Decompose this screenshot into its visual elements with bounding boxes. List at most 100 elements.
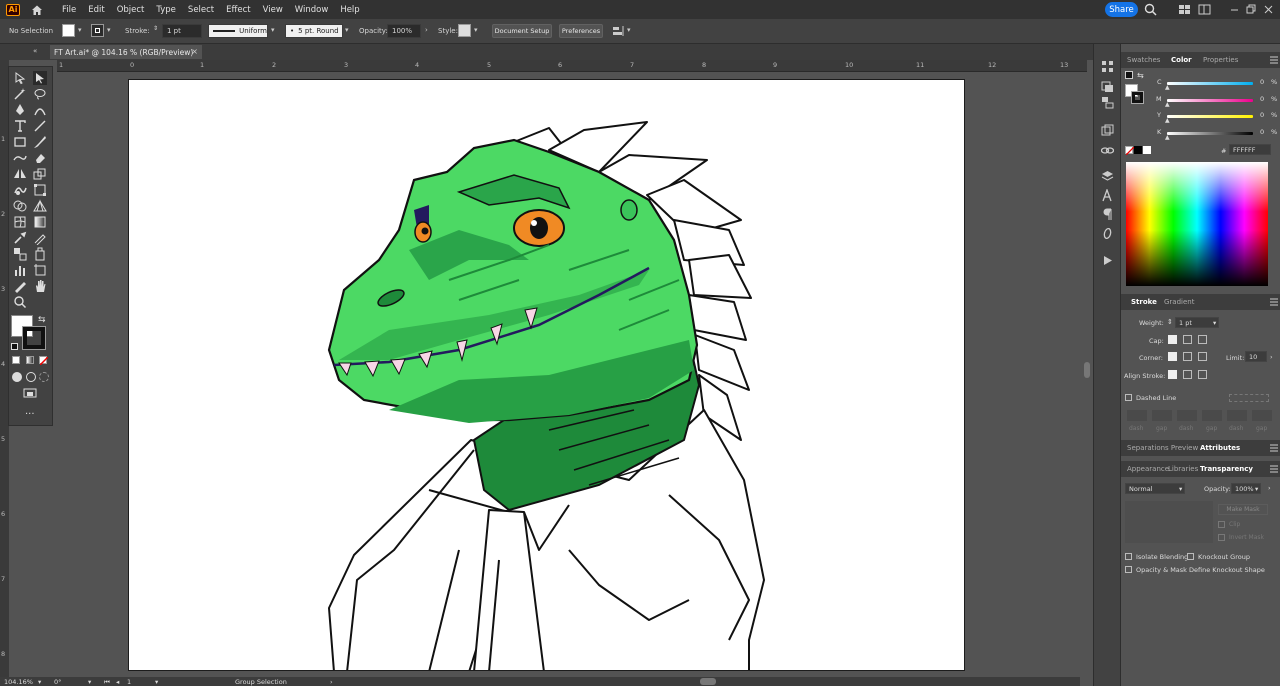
home-icon[interactable] — [30, 4, 44, 16]
pen-tool-icon[interactable] — [13, 103, 27, 117]
free-transform-tool-icon[interactable] — [33, 183, 47, 197]
cyan-value[interactable]: 0 — [1257, 76, 1271, 87]
zoom-tool-icon[interactable] — [13, 295, 27, 309]
menu-help[interactable]: Help — [340, 5, 359, 15]
swap-colors-icon[interactable]: ⇆ — [38, 315, 46, 325]
eyedropper-tool-icon[interactable] — [13, 231, 27, 245]
grid-panel-icon[interactable] — [1101, 60, 1114, 73]
chevron-down-icon[interactable]: ▾ — [88, 678, 91, 686]
hex-field[interactable]: FFFFFF — [1229, 144, 1271, 155]
menu-file[interactable]: File — [62, 5, 76, 15]
dash-field-2[interactable] — [1177, 410, 1197, 421]
color-mode-icon[interactable] — [12, 356, 20, 364]
minimize-icon[interactable] — [1228, 3, 1241, 16]
round-join-icon[interactable] — [1183, 352, 1192, 361]
scroll-thumb[interactable] — [1084, 362, 1090, 378]
dashed-line-checkbox[interactable] — [1125, 394, 1132, 401]
dash-field-3[interactable] — [1227, 410, 1247, 421]
selection-tool-icon[interactable] — [13, 71, 27, 85]
shape-builder-tool-icon[interactable] — [13, 199, 27, 213]
chevron-down-icon[interactable]: ▾ — [1255, 485, 1258, 493]
line-tool-icon[interactable] — [33, 119, 47, 133]
menu-window[interactable]: Window — [295, 5, 329, 15]
blend-mode-select[interactable]: Normal — [1125, 483, 1185, 494]
menu-object[interactable]: Object — [117, 5, 145, 15]
align-inside-icon[interactable] — [1183, 370, 1192, 379]
default-colors-icon[interactable] — [11, 343, 18, 350]
document-tab[interactable]: FT Art.ai* @ 104.16 % (RGB/Preview) × — [50, 45, 202, 59]
none-mode-icon[interactable] — [39, 356, 48, 365]
stroke-swatch[interactable] — [91, 24, 104, 37]
workspace-icon[interactable] — [1198, 3, 1211, 16]
panel-menu-icon[interactable] — [1270, 444, 1278, 452]
chevron-right-icon[interactable]: › — [330, 678, 333, 686]
stepper-icon[interactable]: ⇕ — [153, 25, 158, 32]
transform-icon[interactable] — [1101, 124, 1114, 137]
black-swatch[interactable] — [1134, 146, 1142, 154]
draw-normal-icon[interactable] — [12, 372, 22, 382]
make-mask-button[interactable]: Make Mask — [1218, 504, 1268, 515]
default-colors-icon[interactable] — [1125, 71, 1133, 79]
symbols-icon[interactable] — [1101, 80, 1114, 93]
paintbrush-tool-icon[interactable] — [33, 135, 47, 149]
hand-tool-icon[interactable] — [33, 279, 47, 293]
none-swatch[interactable] — [1125, 146, 1134, 155]
stroke-weight-field[interactable]: 1 pt — [162, 24, 202, 38]
chevron-down-icon[interactable]: ▾ — [155, 678, 158, 686]
artboard[interactable] — [128, 79, 965, 671]
paragraph-icon[interactable] — [1101, 208, 1114, 221]
tab-separations-preview[interactable]: Separations Preview — [1127, 444, 1198, 452]
gradient-tool-icon[interactable] — [33, 215, 47, 229]
rectangle-tool-icon[interactable] — [13, 135, 27, 149]
layers-icon[interactable] — [1101, 170, 1114, 183]
chevron-down-icon[interactable]: ▾ — [474, 27, 480, 34]
invert-mask-checkbox[interactable] — [1218, 534, 1225, 541]
panel-menu-icon[interactable] — [1270, 465, 1278, 473]
menu-effect[interactable]: Effect — [226, 5, 250, 15]
tab-appearance[interactable]: Appearance — [1127, 465, 1169, 473]
warp-tool-icon[interactable] — [13, 183, 27, 197]
swap-colors-icon[interactable]: ⇆ — [1137, 71, 1144, 80]
bevel-join-icon[interactable] — [1198, 352, 1207, 361]
miter-join-icon[interactable] — [1168, 352, 1177, 361]
magenta-value[interactable]: 0 — [1257, 93, 1271, 104]
restore-icon[interactable] — [1244, 3, 1257, 16]
artboard-tool-icon[interactable] — [33, 263, 47, 277]
draw-behind-icon[interactable] — [26, 372, 36, 382]
menu-edit[interactable]: Edit — [88, 5, 104, 15]
chevron-down-icon[interactable]: ▾ — [1213, 319, 1216, 327]
close-tab-icon[interactable]: × — [191, 47, 198, 56]
type-tool-icon[interactable] — [13, 119, 27, 133]
panel-menu-icon[interactable] — [1270, 298, 1278, 306]
gap-field-2[interactable] — [1202, 410, 1222, 421]
slider-thumb-icon[interactable]: ▲ — [1165, 84, 1170, 91]
chevron-down-icon[interactable]: ▾ — [271, 27, 277, 34]
chevron-right-icon[interactable]: › — [1270, 353, 1273, 361]
eraser-tool-icon[interactable] — [33, 151, 47, 165]
shaper-tool-icon[interactable] — [13, 151, 27, 165]
play-icon[interactable] — [1102, 255, 1113, 266]
butt-cap-icon[interactable] — [1168, 335, 1177, 344]
align-icon[interactable] — [1101, 96, 1114, 109]
yellow-slider[interactable] — [1167, 115, 1253, 118]
panel-stroke-swatch[interactable] — [1131, 91, 1144, 104]
search-icon[interactable] — [1144, 3, 1157, 16]
slider-thumb-icon[interactable]: ▲ — [1165, 134, 1170, 141]
tab-properties[interactable]: Properties — [1203, 56, 1238, 64]
clip-checkbox[interactable] — [1218, 521, 1225, 528]
limit-field[interactable]: 10 — [1245, 351, 1267, 362]
isolate-blending-checkbox[interactable] — [1125, 553, 1132, 560]
align-center-icon[interactable] — [1168, 370, 1177, 379]
chevron-down-icon[interactable]: ▾ — [345, 27, 351, 34]
tab-stroke[interactable]: Stroke — [1131, 298, 1157, 306]
projecting-cap-icon[interactable] — [1198, 335, 1207, 344]
horizontal-scrollbar[interactable] — [340, 677, 1080, 686]
collapse-icon[interactable]: « — [33, 47, 37, 55]
white-swatch[interactable] — [1143, 146, 1151, 154]
reflect-tool-icon[interactable] — [13, 167, 27, 181]
graph-tool-icon[interactable] — [13, 263, 27, 277]
draw-inside-icon[interactable] — [39, 372, 49, 382]
scale-tool-icon[interactable] — [33, 167, 47, 181]
arrange-icon[interactable] — [612, 25, 624, 37]
vertical-scrollbar[interactable] — [1080, 72, 1093, 677]
